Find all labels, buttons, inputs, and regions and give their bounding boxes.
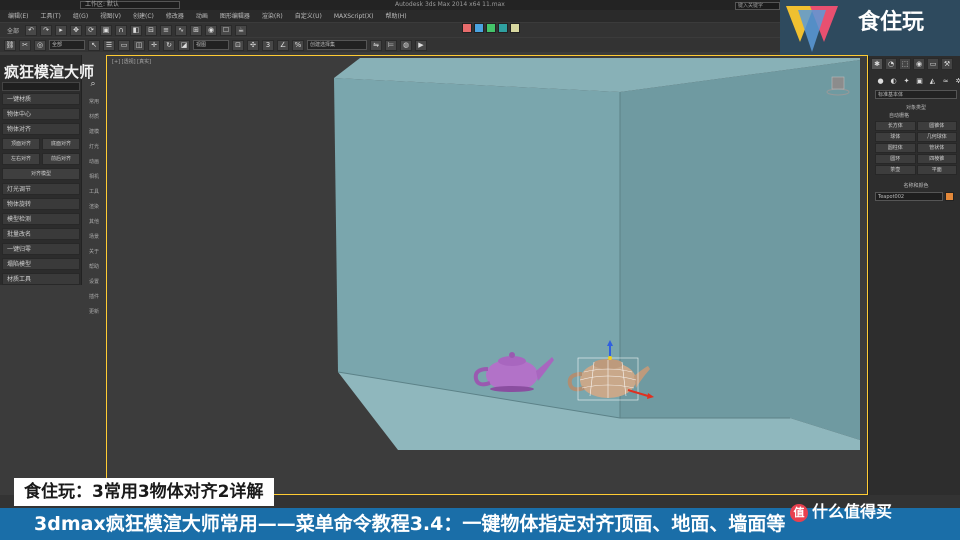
room-left-wall (334, 78, 620, 418)
command-tab-icon[interactable]: ⚒ (941, 58, 953, 70)
video-title-caption: 食住玩：3常用3物体对齐2详解 (14, 478, 274, 506)
object-color-swatch[interactable] (945, 192, 954, 201)
command-tab-icon[interactable]: ✱ (871, 58, 883, 70)
site-watermark: 值什么值得买 (790, 498, 892, 522)
watermark-badge-icon: 值 (790, 503, 808, 522)
cameras-icon[interactable]: ▣ (914, 76, 925, 87)
primitive-button[interactable]: 球体 (875, 132, 916, 142)
primitive-button[interactable]: 圆锥体 (916, 121, 957, 131)
category-dropdown[interactable]: 标准基本体 (875, 90, 957, 99)
primitive-button[interactable]: 管状体 (916, 143, 957, 153)
name-color-title: 名称和颜色 (903, 183, 929, 189)
command-tab-icon[interactable]: ⬚ (899, 58, 911, 70)
command-tab-icon[interactable]: ◔ (885, 58, 897, 70)
object-name-field[interactable]: Teapot002 (875, 192, 943, 201)
command-panel-tabs: ✱ ◔ ⬚ ◉ ▭ ⚒ (871, 58, 953, 70)
command-panel: ✱ ◔ ⬚ ◉ ▭ ⚒ ● ◐ ✦ ▣ ◭ ≈ ✲ 标准基本体 对象类型 自动栅格 长方体… (868, 56, 960, 540)
primitive-button[interactable]: 平面 (916, 165, 957, 175)
command-tab-icon[interactable]: ◉ (913, 58, 925, 70)
command-tab-icon[interactable]: ▭ (927, 58, 939, 70)
watermark-text: 什么值得买 (812, 502, 893, 521)
object-type-buttons: 长方体 圆锥体 球体 几何球体 圆柱体 管状体 圆环 四棱锥 茶壶 平面 (875, 121, 957, 175)
object-type-group: 对象类型 自动栅格 长方体 圆锥体 球体 几何球体 圆柱体 管状体 圆环 四棱锥 茶壶 平面 (875, 104, 957, 175)
spacewarps-icon[interactable]: ≈ (940, 76, 951, 87)
primitive-button[interactable]: 四棱锥 (916, 154, 957, 164)
lights-icon[interactable]: ✦ (901, 76, 912, 87)
systems-icon[interactable]: ✲ (953, 76, 960, 87)
geometry-icon[interactable]: ● (875, 76, 886, 87)
viewcube-icon[interactable] (826, 75, 850, 97)
object-type-title: 对象类型 (905, 105, 926, 111)
primitive-button[interactable]: 长方体 (875, 121, 916, 131)
room-back-wall (620, 60, 860, 440)
helpers-icon[interactable]: ◭ (927, 76, 938, 87)
primitive-button[interactable]: 茶壶 (875, 165, 916, 175)
primitive-button[interactable]: 圆柱体 (875, 143, 916, 153)
primitive-button[interactable]: 圆环 (875, 154, 916, 164)
create-subtabs: ● ◐ ✦ ▣ ◭ ≈ ✲ (875, 76, 960, 87)
autogrid-checkbox[interactable]: 自动栅格 (875, 112, 957, 120)
shapes-icon[interactable]: ◐ (888, 76, 899, 87)
scene-drawing (334, 58, 860, 450)
primitive-button[interactable]: 几何球体 (916, 132, 957, 142)
